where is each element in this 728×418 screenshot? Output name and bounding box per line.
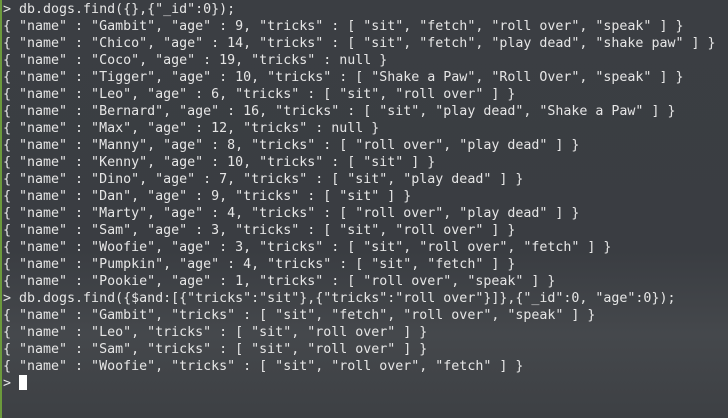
output-line: { "name" : "Leo", "tricks" : [ "sit", "r… [3, 325, 428, 340]
output-line: { "name" : "Gambit", "age" : 9, "tricks"… [3, 19, 684, 34]
output-line: { "name" : "Woofie", "tricks" : [ "sit",… [3, 359, 524, 374]
output-line: { "name" : "Marty", "age" : 4, "tricks" … [3, 206, 580, 221]
command-line: > db.dogs.find({$and:[{"tricks":"sit"},{… [3, 291, 676, 306]
output-line: { "name" : "Bernard", "age" : 16, "trick… [3, 104, 676, 119]
input-line[interactable]: > [3, 375, 728, 392]
output-line: { "name" : "Sam", "tricks" : [ "sit", "r… [3, 342, 428, 357]
output-line: { "name" : "Coco", "age" : 19, "tricks" … [3, 53, 388, 68]
terminal-output[interactable]: > db.dogs.find({},{"_id":0}); { "name" :… [0, 0, 728, 418]
output-line: { "name" : "Sam", "age" : 3, "tricks" : … [3, 223, 516, 238]
prompt: > [3, 376, 12, 391]
output-line: { "name" : "Kenny", "age" : 10, "tricks"… [3, 155, 436, 170]
output-line: { "name" : "Woofie", "age" : 3, "tricks"… [3, 240, 612, 255]
output-line: { "name" : "Max", "age" : 12, "tricks" :… [3, 121, 380, 136]
output-line: { "name" : "Chico", "age" : 14, "tricks"… [3, 36, 716, 51]
output-line: { "name" : "Gambit", "tricks" : [ "sit",… [3, 308, 596, 323]
command-line: > db.dogs.find({},{"_id":0}); [3, 2, 236, 17]
output-line: { "name" : "Leo", "age" : 6, "tricks" : … [3, 87, 516, 102]
text-cursor [19, 375, 28, 390]
output-line: { "name" : "Pumpkin", "age" : 4, "tricks… [3, 257, 516, 272]
output-line: { "name" : "Dino", "age" : 7, "tricks" :… [3, 172, 524, 187]
output-line: { "name" : "Pookie", "age" : 1, "tricks"… [3, 274, 556, 289]
output-line: { "name" : "Manny", "age" : 8, "tricks" … [3, 138, 580, 153]
output-line: { "name" : "Tigger", "age" : 10, "tricks… [3, 70, 684, 85]
output-line: { "name" : "Dan", "age" : 9, "tricks" : … [3, 189, 412, 204]
